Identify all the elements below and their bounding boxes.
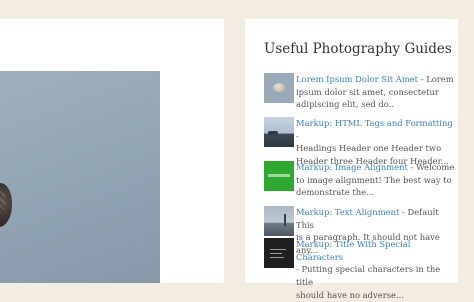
guide-link[interactable]: Markup: Text Alignment [296, 207, 399, 217]
pinecone-photo-icon [0, 183, 12, 227]
separator: - [418, 74, 427, 84]
guide-link[interactable]: Markup: Image Alignment [296, 162, 408, 172]
excerpt-line: to image alignment! The best way to [296, 174, 452, 185]
coast-photo-icon[interactable] [264, 117, 294, 147]
excerpt-line: should have no adverse... [296, 289, 404, 300]
separator: - [399, 207, 408, 217]
excerpt-line: demonstrate the... [296, 187, 375, 198]
widget-title: Useful Photography Guides [264, 41, 452, 57]
featured-image[interactable] [0, 71, 160, 283]
guide-link[interactable]: Lorem Ipsum Dolor Sit Amet [296, 74, 418, 84]
excerpt-line: Headings Header one Header two [296, 143, 442, 154]
pier-photo-icon[interactable] [264, 206, 294, 236]
sidebar-widget: Useful Photography Guides Lorem Ipsum Do… [245, 19, 458, 300]
excerpt-line: adipiscing elit, sed do.. [296, 99, 395, 110]
dark-text-image-icon[interactable] [264, 238, 294, 268]
excerpt-line: ipsum dolor sit amet, consectetur [296, 86, 439, 97]
separator: - [407, 162, 417, 172]
separator: - [296, 130, 299, 141]
green-image-icon[interactable] [264, 161, 294, 191]
entry-text: Markup: Image Alignment - Welcome to ima… [296, 161, 456, 199]
guide-link[interactable]: Markup: Title With Special Characters [296, 239, 410, 262]
excerpt-line: Welcome [416, 162, 455, 172]
entry-text: Markup: Title With Special Characters - … [296, 238, 456, 302]
guide-link[interactable]: Markup: HTML Tags and Formatting [296, 118, 453, 128]
excerpt-line: - Putting special characters in the titl… [296, 264, 441, 288]
pebble-photo-icon[interactable] [264, 73, 294, 103]
excerpt-line: Lorem [426, 74, 454, 84]
entry-text: Lorem Ipsum Dolor Sit Amet - Lorem ipsum… [296, 73, 456, 111]
